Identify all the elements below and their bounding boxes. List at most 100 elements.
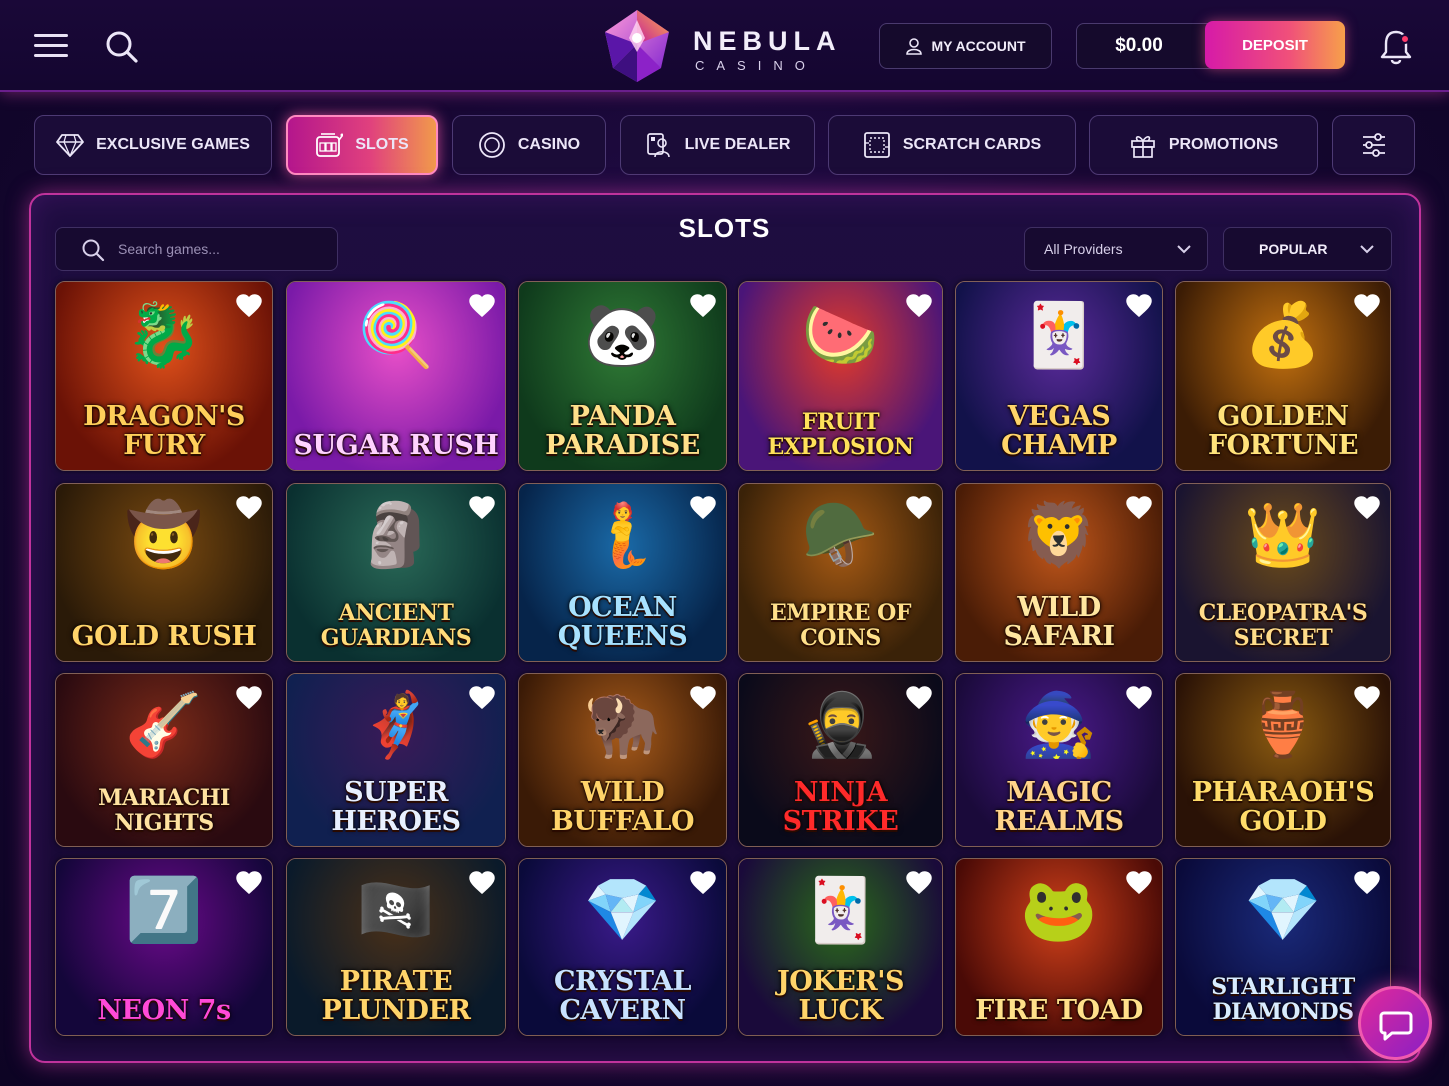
heart-icon[interactable] xyxy=(1126,294,1152,318)
game-search-input[interactable] xyxy=(118,228,328,270)
live-chat-button[interactable] xyxy=(1358,986,1432,1060)
game-tile[interactable]: 🥷 NINJA STRIKE xyxy=(738,673,943,847)
my-account-button[interactable]: MY ACCOUNT xyxy=(879,23,1052,69)
heart-icon[interactable] xyxy=(236,871,262,895)
game-tile[interactable]: 🧙 MAGIC REALMS xyxy=(955,673,1163,847)
heart-icon[interactable] xyxy=(1126,686,1152,710)
heart-icon[interactable] xyxy=(690,686,716,710)
game-search-field[interactable] xyxy=(55,227,338,271)
provider-select-value: All Providers xyxy=(1044,241,1123,257)
game-title: STARLIGHT DIAMONDS xyxy=(1211,974,1355,1025)
tab-live-dealer[interactable]: LIVE DEALER xyxy=(620,115,815,175)
game-tile[interactable]: 🍭 SUGAR RUSH xyxy=(286,281,506,471)
search-icon[interactable] xyxy=(104,29,140,65)
game-tile[interactable]: 💰 GOLDEN FORTUNE xyxy=(1175,281,1391,471)
game-tile[interactable]: 🏴‍☠️ PIRATE PLUNDER xyxy=(286,858,506,1036)
game-tile[interactable]: 🦸 SUPER HEROES xyxy=(286,673,506,847)
game-title: PHARAOH'S GOLD xyxy=(1191,777,1375,837)
heart-icon[interactable] xyxy=(1354,686,1380,710)
top-header: NEBULA CASINO MY ACCOUNT $0.00 DEPOSIT xyxy=(0,0,1449,92)
game-title: OCEAN QUEENS xyxy=(557,592,688,652)
heart-icon[interactable] xyxy=(1354,871,1380,895)
chip-icon xyxy=(478,132,505,158)
game-tile[interactable]: 🗿 ANCIENT GUARDIANS xyxy=(286,483,506,662)
game-tile[interactable]: 🦁 WILD SAFARI xyxy=(955,483,1163,662)
game-title: PIRATE PLUNDER xyxy=(321,966,471,1026)
tab-exclusive-games[interactable]: EXCLUSIVE GAMES xyxy=(34,115,272,175)
game-emblem-icon: 🍭 xyxy=(357,301,435,370)
game-tile[interactable]: 🃏 VEGAS CHAMP xyxy=(955,281,1163,471)
tab-promotions[interactable]: PROMOTIONS xyxy=(1089,115,1318,175)
bell-icon[interactable] xyxy=(1378,28,1414,66)
game-title: NINJA STRIKE xyxy=(782,777,899,837)
game-tile[interactable]: 🐉 DRAGON'S FURY xyxy=(55,281,273,471)
heart-icon[interactable] xyxy=(690,294,716,318)
game-title: SUPER HEROES xyxy=(331,777,461,837)
heart-icon[interactable] xyxy=(469,871,495,895)
game-title: CRYSTAL CAVERN xyxy=(554,966,691,1026)
game-tile[interactable]: 🎸 MARIACHI NIGHTS xyxy=(55,673,273,847)
game-title: FRUIT EXPLOSION xyxy=(767,409,914,460)
heart-icon[interactable] xyxy=(1354,496,1380,520)
heart-icon[interactable] xyxy=(236,294,262,318)
game-tile[interactable]: 🐼 PANDA PARADISE xyxy=(518,281,727,471)
game-tile[interactable]: 🦬 WILD BUFFALO xyxy=(518,673,727,847)
game-title: VEGAS CHAMP xyxy=(1001,401,1117,461)
game-tile[interactable]: 🪖 EMPIRE OF COINS xyxy=(738,483,943,662)
gift-icon xyxy=(1130,136,1155,158)
game-emblem-icon: 🏺 xyxy=(1244,691,1322,760)
game-tile[interactable]: 🧜 OCEAN QUEENS xyxy=(518,483,727,662)
brand-logo[interactable]: NEBULA CASINO xyxy=(597,8,836,84)
provider-select[interactable]: All Providers xyxy=(1024,227,1208,271)
game-title: MARIACHI NIGHTS xyxy=(98,785,230,836)
heart-icon[interactable] xyxy=(1354,294,1380,318)
heart-icon[interactable] xyxy=(469,294,495,318)
heart-icon[interactable] xyxy=(906,294,932,318)
heart-icon[interactable] xyxy=(906,686,932,710)
game-title: EMPIRE OF COINS xyxy=(770,600,911,651)
game-emblem-icon: 👑 xyxy=(1244,501,1322,570)
game-tile[interactable]: 💎 STARLIGHT DIAMONDS xyxy=(1175,858,1391,1036)
heart-icon[interactable] xyxy=(690,496,716,520)
sliders-icon xyxy=(1362,133,1385,157)
heart-icon[interactable] xyxy=(469,686,495,710)
game-emblem-icon: 🎸 xyxy=(125,691,203,760)
heart-icon[interactable] xyxy=(1126,871,1152,895)
game-emblem-icon: 🤠 xyxy=(125,501,203,570)
notification-badge xyxy=(1400,34,1410,44)
game-tile[interactable]: 🍉 FRUIT EXPLOSION xyxy=(738,281,943,471)
heart-icon[interactable] xyxy=(906,871,932,895)
balance-display: $0.00 xyxy=(1076,23,1216,69)
heart-icon[interactable] xyxy=(236,686,262,710)
chevron-down-icon xyxy=(1177,245,1191,254)
slot-machine-icon xyxy=(316,133,344,157)
game-emblem-icon: 🦬 xyxy=(583,691,662,760)
sort-select[interactable]: POPULAR xyxy=(1223,227,1392,271)
heart-icon[interactable] xyxy=(1126,496,1152,520)
tab-casino[interactable]: CASINO xyxy=(452,115,606,175)
game-tile[interactable]: 👑 CLEOPATRA'S SECRET xyxy=(1175,483,1391,662)
tab-slots[interactable]: SLOTS xyxy=(286,115,438,175)
heart-icon[interactable] xyxy=(236,496,262,520)
my-account-label: MY ACCOUNT xyxy=(931,38,1026,54)
tab-label: LIVE DEALER xyxy=(684,136,791,153)
game-tile[interactable]: 💎 CRYSTAL CAVERN xyxy=(518,858,727,1036)
diamond-icon xyxy=(56,134,84,157)
gem-logo-icon xyxy=(605,10,669,82)
tab-scratch-cards[interactable]: SCRATCH CARDS xyxy=(828,115,1076,175)
game-emblem-icon: 💎 xyxy=(1244,876,1322,945)
game-tile[interactable]: 🤠 GOLD RUSH xyxy=(55,483,273,662)
heart-icon[interactable] xyxy=(906,496,932,520)
game-tile[interactable]: 🐸 FIRE TOAD xyxy=(955,858,1163,1036)
game-emblem-icon: 💎 xyxy=(583,876,662,945)
game-title: CLEOPATRA'S SECRET xyxy=(1198,600,1368,651)
heart-icon[interactable] xyxy=(469,496,495,520)
menu-icon[interactable] xyxy=(34,32,70,60)
deposit-button[interactable]: DEPOSIT xyxy=(1205,21,1345,69)
game-tile[interactable]: 7️⃣ NEON 7s xyxy=(55,858,273,1036)
game-emblem-icon: 🐉 xyxy=(125,301,203,370)
filter-button[interactable] xyxy=(1332,115,1415,175)
game-tile[interactable]: 🃏 JOKER'S LUCK xyxy=(738,858,943,1036)
heart-icon[interactable] xyxy=(690,871,716,895)
game-tile[interactable]: 🏺 PHARAOH'S GOLD xyxy=(1175,673,1391,847)
